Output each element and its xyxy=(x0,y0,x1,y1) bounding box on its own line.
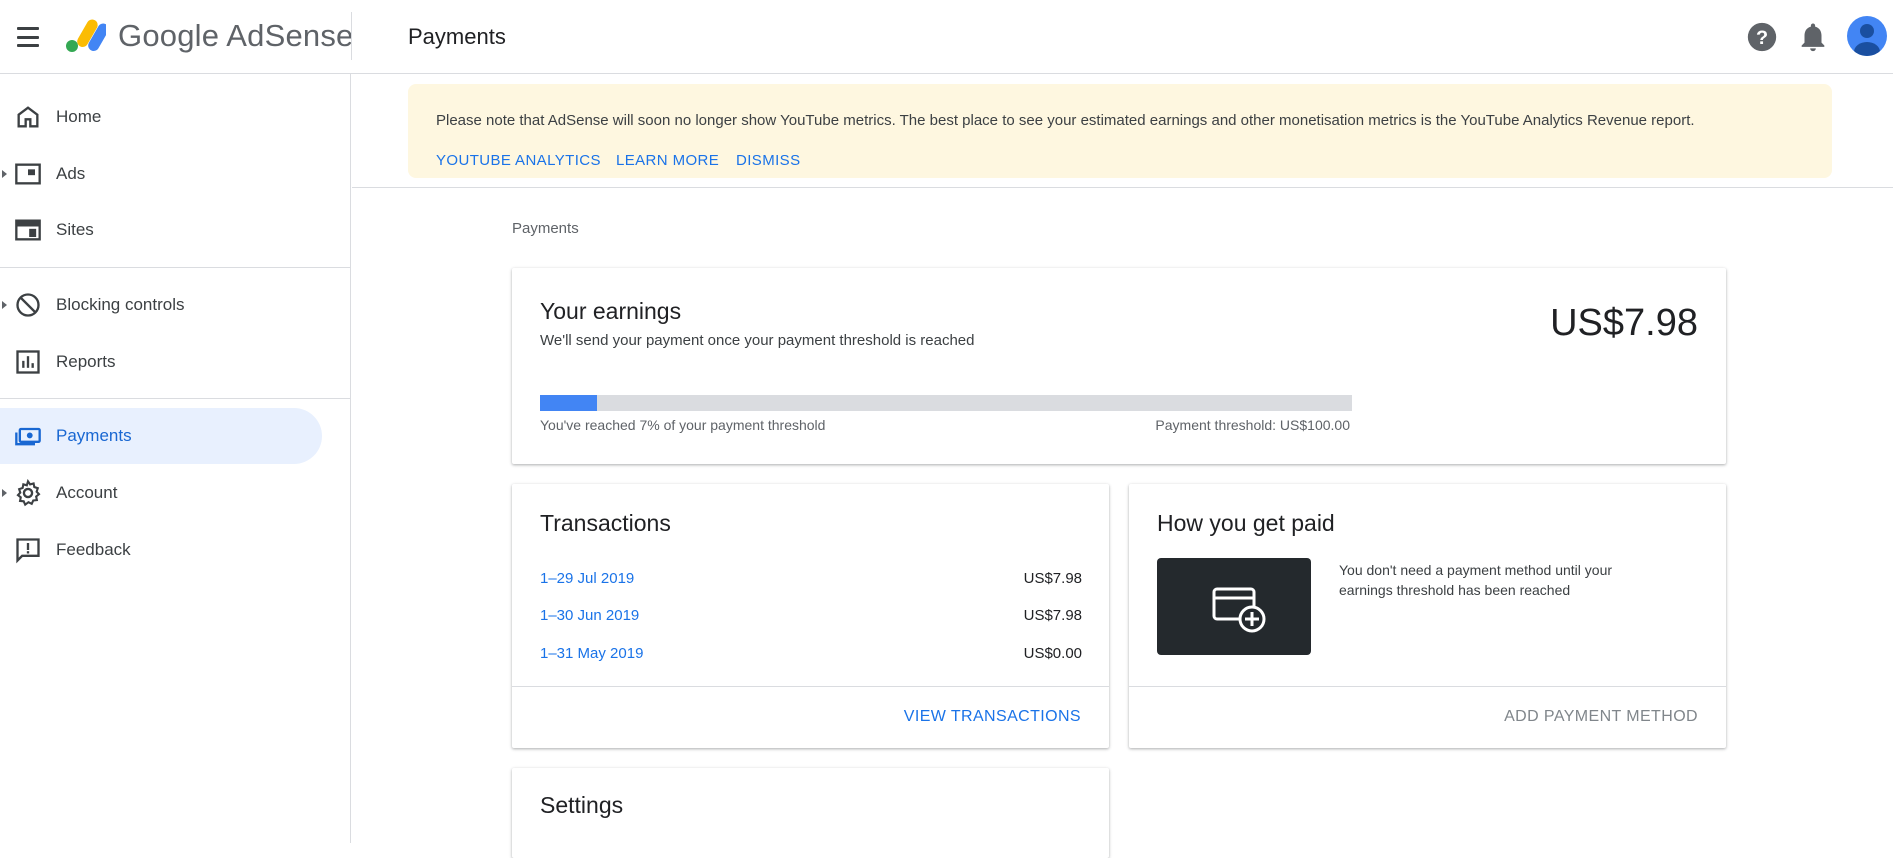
sidebar-item-reports[interactable]: Reports xyxy=(0,334,322,390)
transaction-row: 1–30 Jun 2019 US$7.98 xyxy=(540,607,1082,631)
add-payment-method-button[interactable]: ADD PAYMENT METHOD xyxy=(1504,708,1698,726)
notice-banner-area: Please note that AdSense will soon no lo… xyxy=(352,74,1893,188)
youtube-analytics-link[interactable]: YOUTUBE ANALYTICS xyxy=(436,152,601,169)
how-you-get-paid-card: How you get paid You don't need a paymen… xyxy=(1129,484,1726,748)
sidebar-item-blocking-controls[interactable]: Blocking controls xyxy=(0,277,322,333)
sidebar-item-label: Feedback xyxy=(56,540,131,559)
notice-banner: Please note that AdSense will soon no lo… xyxy=(408,84,1832,178)
feedback-icon xyxy=(16,538,40,564)
transaction-amount: US$7.98 xyxy=(1023,570,1082,587)
banner-text: Please note that AdSense will soon no lo… xyxy=(436,112,1695,129)
transactions-card: Transactions 1–29 Jul 2019 US$7.98 1–30 … xyxy=(512,484,1109,748)
dismiss-link[interactable]: DISMISS xyxy=(736,152,800,169)
brand-name: Google AdSense xyxy=(118,18,354,53)
earnings-amount: US$7.98 xyxy=(1550,302,1698,344)
sidebar-item-feedback[interactable]: Feedback xyxy=(0,522,322,578)
threshold-progress-fill xyxy=(540,395,597,411)
breadcrumb: Payments xyxy=(512,220,579,237)
bar-chart-icon xyxy=(16,350,40,374)
top-app-bar: Google AdSense Payments ? xyxy=(0,0,1893,74)
card-divider xyxy=(512,686,1109,687)
sidebar-item-account[interactable]: Account xyxy=(0,465,322,521)
sidebar-item-label: Reports xyxy=(56,352,116,371)
sidebar-item-home[interactable]: Home xyxy=(0,89,322,145)
payments-icon xyxy=(15,427,41,446)
add-card-icon xyxy=(1212,587,1266,633)
menu-icon[interactable] xyxy=(14,24,42,50)
earnings-card: Your earnings We'll send your payment on… xyxy=(512,268,1726,464)
sites-icon xyxy=(15,219,41,241)
avatar[interactable] xyxy=(1847,16,1887,56)
transaction-date-link[interactable]: 1–30 Jun 2019 xyxy=(540,607,639,624)
settings-card: Settings xyxy=(512,768,1109,858)
page-title: Payments xyxy=(408,24,506,49)
sidebar-item-label: Blocking controls xyxy=(56,295,185,314)
sidebar: Home Ads Sites Blocking controls Reports… xyxy=(0,74,351,843)
transaction-row: 1–29 Jul 2019 US$7.98 xyxy=(540,570,1082,594)
transaction-row: 1–31 May 2019 US$0.00 xyxy=(540,645,1082,669)
caret-right-icon xyxy=(2,301,7,309)
card-divider xyxy=(1129,686,1726,687)
sidebar-divider xyxy=(0,398,351,399)
payment-method-illustration xyxy=(1157,558,1311,655)
threshold-text: Payment threshold: US$100.00 xyxy=(1155,417,1350,433)
svg-text:?: ? xyxy=(1756,27,1768,49)
sidebar-item-label: Home xyxy=(56,107,102,126)
header-divider xyxy=(351,12,352,60)
user-avatar-icon xyxy=(1854,24,1880,56)
caret-right-icon xyxy=(2,170,7,178)
progress-text: You've reached 7% of your payment thresh… xyxy=(540,417,826,433)
transaction-date-link[interactable]: 1–31 May 2019 xyxy=(540,645,643,662)
sidebar-item-ads[interactable]: Ads xyxy=(0,146,322,202)
sidebar-item-label: Ads xyxy=(56,164,86,183)
earnings-title: Your earnings xyxy=(540,298,682,324)
payment-method-info: You don't need a payment method until yo… xyxy=(1339,562,1613,598)
learn-more-link[interactable]: LEARN MORE xyxy=(616,152,719,169)
sidebar-item-label: Account xyxy=(56,483,118,502)
how-paid-title: How you get paid xyxy=(1157,510,1335,536)
transactions-title: Transactions xyxy=(540,510,671,536)
earnings-subtitle: We'll send your payment once your paymen… xyxy=(540,332,975,349)
notifications-bell-icon[interactable] xyxy=(1796,20,1830,54)
ads-icon xyxy=(15,163,41,185)
adsense-logo-icon xyxy=(66,19,106,52)
sidebar-divider xyxy=(0,267,351,268)
sidebar-item-sites[interactable]: Sites xyxy=(0,202,322,258)
sidebar-item-payments[interactable]: Payments xyxy=(0,408,322,464)
threshold-progress-bar xyxy=(540,395,1352,411)
sidebar-item-label: Payments xyxy=(56,426,132,445)
caret-right-icon xyxy=(2,489,7,497)
transaction-date-link[interactable]: 1–29 Jul 2019 xyxy=(540,570,634,587)
sidebar-item-label: Sites xyxy=(56,220,94,239)
home-icon xyxy=(17,106,39,128)
settings-title: Settings xyxy=(540,792,624,818)
block-icon xyxy=(16,293,40,317)
help-icon[interactable]: ? xyxy=(1745,20,1779,54)
transaction-amount: US$7.98 xyxy=(1023,607,1082,624)
gear-icon xyxy=(16,479,41,507)
view-transactions-button[interactable]: VIEW TRANSACTIONS xyxy=(904,708,1081,726)
transaction-amount: US$0.00 xyxy=(1023,645,1082,662)
